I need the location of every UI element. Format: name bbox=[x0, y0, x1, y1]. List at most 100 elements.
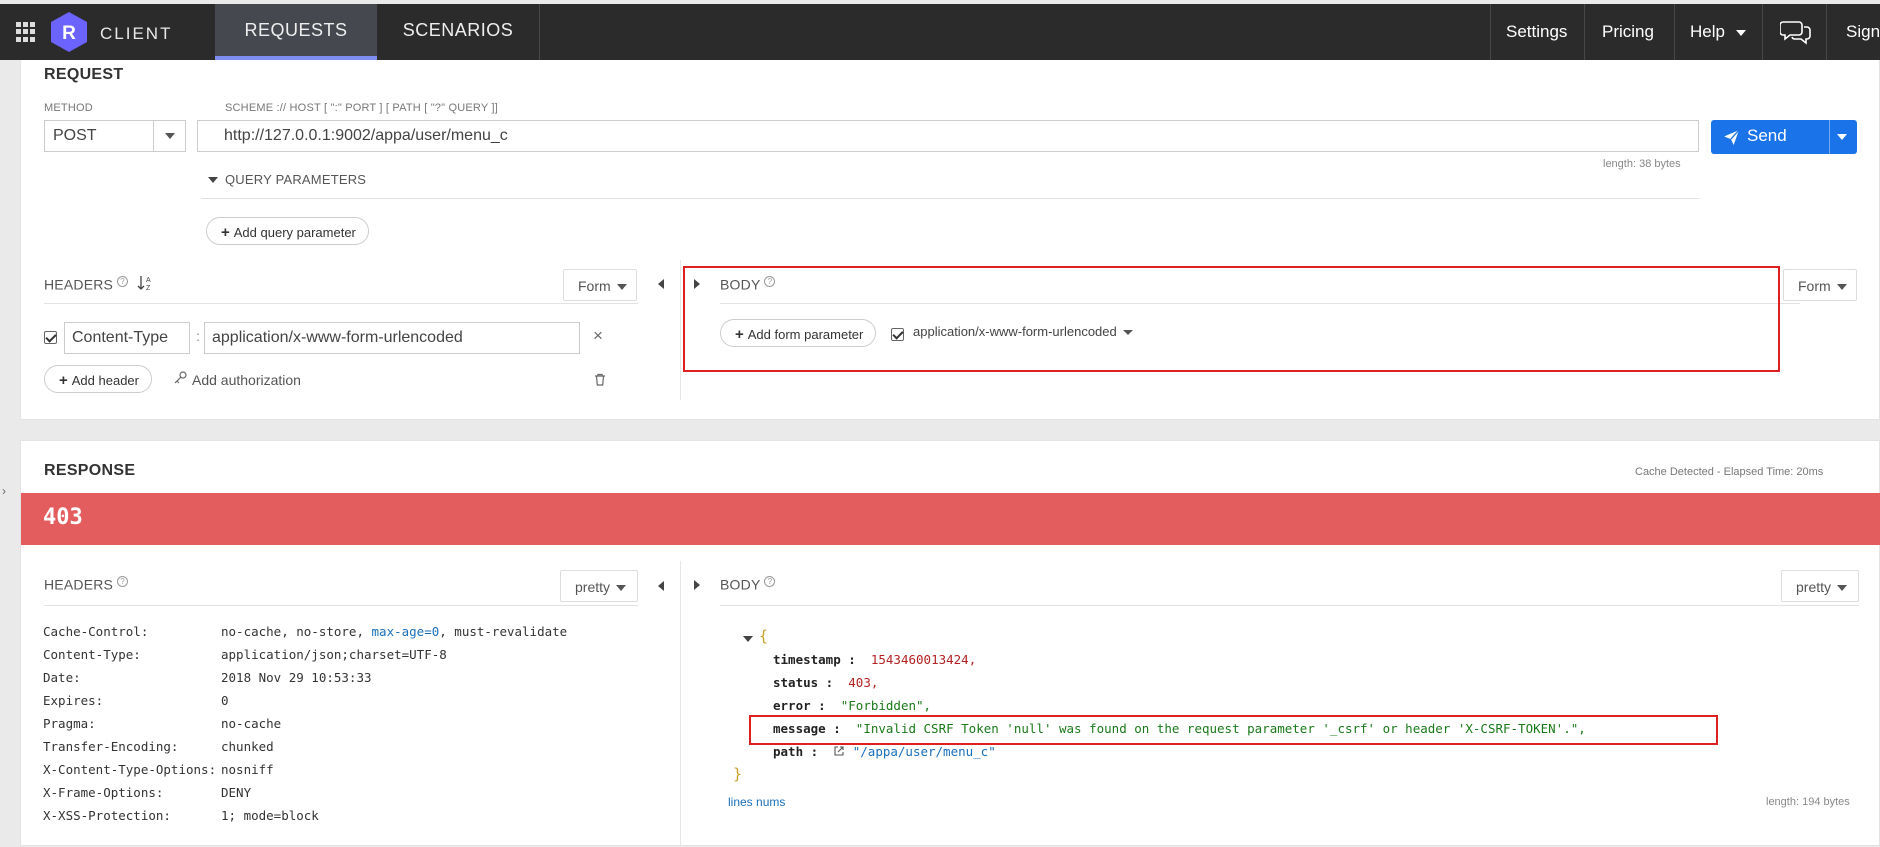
request-title: REQUEST bbox=[44, 66, 124, 83]
json-value-status: 403, bbox=[848, 675, 879, 690]
nav-divider bbox=[1674, 4, 1675, 60]
header-name: X-Frame-Options: bbox=[43, 785, 164, 800]
chevron-down-icon bbox=[616, 284, 627, 291]
header-name-input[interactable]: Content-Type bbox=[64, 322, 190, 354]
message-highlight-box bbox=[749, 715, 1718, 745]
response-headers-text: HEADERS bbox=[44, 576, 114, 593]
pricing-link[interactable]: Pricing bbox=[1602, 4, 1654, 60]
json-row-path: path : "/appa/user/menu_c" bbox=[773, 744, 996, 759]
svg-text:Z: Z bbox=[146, 285, 151, 292]
json-value-path[interactable]: "/appa/user/menu_c" bbox=[853, 744, 996, 759]
help-question-icon[interactable]: ? bbox=[764, 576, 776, 587]
collapse-left-arrow-icon[interactable] bbox=[658, 581, 664, 591]
request-headers-format-dropdown[interactable]: Form bbox=[563, 269, 637, 301]
json-key-timestamp: timestamp : bbox=[773, 652, 856, 667]
request-split-divider bbox=[680, 260, 681, 400]
status-code: 403 bbox=[43, 505, 83, 530]
request-panel: REQUEST METHOD SCHEME :// HOST [ ":" POR… bbox=[20, 60, 1880, 420]
header-value-input[interactable]: application/x-www-form-urlencoded bbox=[204, 322, 580, 354]
add-header-label: Add header bbox=[71, 373, 139, 388]
add-query-parameter-button[interactable]: + Add query parameter bbox=[206, 217, 369, 245]
response-headers-format-dropdown[interactable]: pretty bbox=[560, 570, 638, 602]
external-link-icon[interactable] bbox=[833, 745, 845, 757]
help-question-icon[interactable]: ? bbox=[117, 576, 129, 587]
cache-elapsed-info: Cache Detected - Elapsed Time: 20ms bbox=[1635, 466, 1824, 478]
request-length: length: 38 bytes bbox=[1603, 158, 1681, 170]
help-chevron-down-icon[interactable] bbox=[1736, 30, 1746, 36]
header-value: 0 bbox=[221, 693, 229, 708]
chat-bubbles-icon[interactable] bbox=[1780, 18, 1812, 46]
sort-alpha-icon[interactable]: A Z bbox=[137, 274, 153, 292]
nav-divider bbox=[1584, 4, 1585, 60]
help-question-icon[interactable]: ? bbox=[117, 276, 129, 287]
url-format-hint: SCHEME :// HOST [ ":" PORT ] [ PATH [ "?… bbox=[225, 102, 498, 114]
response-headers-divider bbox=[44, 605, 638, 606]
tab-requests[interactable]: REQUESTS bbox=[215, 4, 377, 60]
rest-client-logo-icon: R bbox=[51, 12, 87, 52]
request-body-format-value: Form bbox=[1798, 278, 1831, 294]
response-body-label: BODY? bbox=[720, 576, 776, 593]
chevron-down-icon bbox=[1836, 284, 1847, 291]
brand-name: CLIENT bbox=[100, 24, 173, 43]
response-body-format-dropdown[interactable]: pretty bbox=[1781, 570, 1859, 602]
tab-scenarios[interactable]: SCENARIOS bbox=[377, 4, 539, 60]
method-select[interactable]: POST bbox=[44, 120, 186, 152]
settings-link[interactable]: Settings bbox=[1506, 4, 1567, 60]
nav-divider bbox=[1826, 4, 1827, 60]
header-colon: : bbox=[196, 328, 200, 344]
headers-divider bbox=[44, 303, 638, 304]
header-value: 2018 Nov 29 10:53:33 bbox=[221, 670, 372, 685]
help-menu[interactable]: Help bbox=[1690, 4, 1725, 60]
json-key-path: path : bbox=[773, 744, 819, 759]
add-authorization-link[interactable]: Add authorization bbox=[192, 372, 301, 388]
remove-header-close-icon[interactable]: × bbox=[593, 326, 603, 346]
header-value: nosniff bbox=[221, 762, 274, 777]
header-name: Content-Type: bbox=[43, 647, 141, 662]
method-value: POST bbox=[53, 127, 97, 144]
query-params-toggle-icon[interactable] bbox=[208, 177, 218, 183]
request-body-format-dropdown[interactable]: Form bbox=[1783, 269, 1857, 301]
chevron-down-icon bbox=[1837, 585, 1848, 592]
send-label: Send bbox=[1747, 126, 1787, 145]
response-headers-format-value: pretty bbox=[575, 579, 611, 595]
header-name: Transfer-Encoding: bbox=[43, 739, 179, 754]
response-body-text: BODY bbox=[720, 576, 761, 593]
json-close-brace: } bbox=[733, 765, 743, 783]
plus-icon: + bbox=[221, 224, 230, 241]
lines-nums-toggle[interactable]: lines nums bbox=[728, 795, 785, 809]
apps-grid-icon[interactable] bbox=[16, 22, 36, 42]
collapse-left-arrow-icon[interactable] bbox=[658, 279, 664, 289]
send-button[interactable]: Send bbox=[1711, 120, 1857, 154]
chevron-down-icon bbox=[165, 133, 175, 139]
header-enabled-checkbox[interactable] bbox=[44, 331, 57, 344]
request-headers-label: HEADERS? bbox=[44, 276, 129, 293]
plus-icon: + bbox=[59, 372, 68, 389]
json-value-error: "Forbidden", bbox=[840, 698, 932, 713]
json-row-status: status : 403, bbox=[773, 675, 878, 690]
add-header-button[interactable]: + Add header bbox=[44, 365, 152, 393]
response-title: RESPONSE bbox=[44, 462, 136, 479]
url-input[interactable]: http://127.0.0.1:9002/appa/user/menu_c bbox=[197, 120, 1699, 152]
response-body-divider bbox=[720, 605, 1859, 606]
top-navigation-bar: R CLIENT REQUESTS SCENARIOS Settings Pri… bbox=[0, 4, 1880, 60]
json-row-timestamp: timestamp : 1543460013424, bbox=[773, 652, 976, 667]
header-name: X-Content-Type-Options: bbox=[43, 762, 217, 777]
json-open-brace: { bbox=[759, 627, 769, 645]
response-panel: RESPONSE Cache Detected - Elapsed Time: … bbox=[20, 440, 1880, 847]
method-dropdown-toggle[interactable] bbox=[153, 121, 185, 151]
json-key-status: status : bbox=[773, 675, 834, 690]
send-options-chevron-down-icon[interactable] bbox=[1837, 134, 1847, 140]
sign-in-link[interactable]: Sign bbox=[1846, 4, 1880, 60]
paper-plane-icon bbox=[1724, 129, 1740, 145]
response-body-format-value: pretty bbox=[1796, 579, 1832, 595]
chevron-down-icon bbox=[616, 585, 627, 592]
query-parameters-label[interactable]: QUERY PARAMETERS bbox=[225, 172, 366, 187]
key-icon bbox=[174, 371, 187, 384]
query-params-divider bbox=[201, 198, 1699, 199]
expand-sidebar-chevron-icon[interactable]: › bbox=[2, 484, 6, 498]
json-collapse-toggle-icon[interactable] bbox=[743, 636, 753, 642]
trash-icon[interactable] bbox=[594, 373, 606, 386]
header-value: DENY bbox=[221, 785, 252, 800]
expand-right-arrow-icon[interactable] bbox=[694, 580, 700, 590]
add-query-parameter-label: Add query parameter bbox=[233, 225, 356, 240]
